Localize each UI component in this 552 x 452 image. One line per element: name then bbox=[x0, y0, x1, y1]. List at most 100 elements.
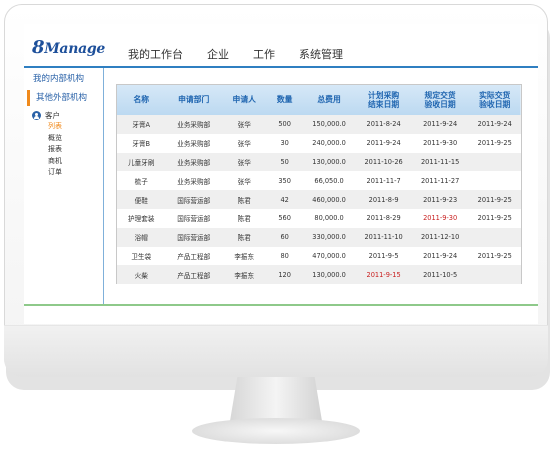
monitor-stand-base bbox=[192, 418, 360, 444]
table-cell: 护理套装 bbox=[128, 215, 155, 224]
table-cell: 李振东 bbox=[234, 271, 255, 280]
sidebar-item-external-org[interactable]: 其他外部机构 bbox=[27, 90, 103, 106]
table-cell bbox=[468, 265, 521, 284]
footer-divider bbox=[24, 304, 538, 306]
monitor-stand-neck bbox=[230, 377, 322, 421]
table-row[interactable]: 牙膏B 业务采购部 张华 30 240,000.0 2011-9-24 2011-9-30 2… bbox=[117, 133, 521, 153]
table-row[interactable]: 卫生袋 产品工程部 李振东 80 470,000.0 2011-9-5 2011-9-24 2… bbox=[117, 246, 521, 266]
table-cell: 业务采购部 bbox=[177, 177, 211, 186]
app-logo[interactable]: 8Manage bbox=[32, 37, 105, 58]
sidebar-subitem[interactable]: 报表 bbox=[24, 144, 103, 156]
table-cell: 2011-9-30 bbox=[423, 139, 458, 148]
table-cell: 2011-11-7 bbox=[366, 176, 401, 185]
table-cell: 2011-9-25 bbox=[477, 214, 512, 223]
table-cell: 60 bbox=[280, 233, 289, 242]
sidebar-subitem[interactable]: 订单 bbox=[24, 167, 103, 179]
table-row[interactable]: 便鞋 国际营运部 陈君 42 460,000.0 2011-8-9 2011-9-23 201… bbox=[117, 190, 521, 209]
table-cell: 2011-9-24 bbox=[366, 139, 401, 148]
table-header-row: 名称 申请部门 申请人 数量 总费用 计划采购 结束日期 规定交货 验收日期 实际交货 验收日… bbox=[117, 85, 521, 115]
table-row[interactable]: 梳子 业务采购部 张华 350 66,050.0 2011-11-7 2011-11-27 bbox=[117, 171, 521, 191]
table-cell: 150,000.0 bbox=[312, 120, 346, 129]
table-cell: 130,000.0 bbox=[312, 270, 346, 279]
column-header[interactable]: 规定交货 验收日期 bbox=[412, 85, 469, 115]
table-cell: 500 bbox=[278, 120, 291, 129]
table-cell: 2011-8-9 bbox=[368, 195, 399, 204]
nav-work[interactable]: 工作 bbox=[253, 46, 275, 62]
nav-system-management[interactable]: 系统管理 bbox=[299, 46, 343, 62]
table-cell: 460,000.0 bbox=[312, 195, 346, 204]
column-header[interactable]: 实际交货 验收日期 bbox=[468, 85, 521, 115]
table-cell: 2011-9-25 bbox=[477, 251, 512, 260]
table-cell: 330,000.0 bbox=[312, 233, 346, 242]
table-cell: 2011-10-26 bbox=[364, 157, 403, 166]
table-cell: 卫生袋 bbox=[131, 252, 152, 261]
table-body: 牙膏A 业务采购部 张华 500 150,000.0 2011-8-24 2011-9-24… bbox=[117, 115, 521, 285]
logo-text: Manage bbox=[44, 41, 105, 57]
table-cell: 50 bbox=[280, 157, 289, 166]
top-navigation: 我的工作台 企业 工作 系统管理 bbox=[128, 46, 367, 62]
table-cell bbox=[468, 228, 521, 247]
sidebar-subitem[interactable]: 商机 bbox=[24, 156, 103, 168]
table-cell: 80 bbox=[280, 251, 289, 260]
table-cell: 130,000.0 bbox=[312, 157, 346, 166]
sidebar-subitem[interactable]: 概览 bbox=[24, 133, 103, 145]
table-cell: 66,050.0 bbox=[314, 176, 344, 185]
table-cell: 350 bbox=[278, 176, 291, 185]
sidebar-item-customer[interactable]: 客户 bbox=[32, 110, 103, 121]
table-cell: 2011-9-25 bbox=[477, 195, 512, 204]
table-row[interactable]: 浴帽 国际营运部 陈君 60 330,000.0 2011-11-10 2011-12-10 bbox=[117, 227, 521, 247]
table-cell: 240,000.0 bbox=[312, 139, 346, 148]
table-cell: 2011-9-24 bbox=[423, 120, 458, 129]
table-cell: 42 bbox=[280, 195, 289, 204]
sidebar-subitem[interactable]: 列表 bbox=[24, 121, 103, 133]
column-header[interactable]: 数量 bbox=[266, 85, 302, 115]
table-cell bbox=[468, 171, 521, 190]
table-cell: 2011-9-24 bbox=[423, 251, 458, 260]
table-cell: 张华 bbox=[237, 140, 251, 149]
table-cell: 2011-9-30 bbox=[423, 214, 458, 223]
table-row[interactable]: 火柴 产品工程部 李振东 120 130,000.0 2011-9-15 2011-10-5 bbox=[117, 265, 521, 285]
column-header[interactable]: 总费用 bbox=[303, 85, 356, 115]
table-row[interactable]: 牙膏A 业务采购部 张华 500 150,000.0 2011-8-24 2011-9-24… bbox=[117, 115, 521, 134]
table-cell: 业务采购部 bbox=[177, 121, 211, 130]
column-header[interactable]: 名称 bbox=[117, 85, 165, 115]
table-cell: 470,000.0 bbox=[312, 251, 346, 260]
nav-my-workbench[interactable]: 我的工作台 bbox=[128, 46, 183, 62]
table-cell: 2011-9-25 bbox=[477, 139, 512, 148]
table-cell: 2011-8-29 bbox=[366, 214, 401, 223]
table-cell: 2011-9-23 bbox=[423, 195, 458, 204]
table-cell: 30 bbox=[280, 139, 289, 148]
column-header[interactable]: 申请人 bbox=[222, 85, 266, 115]
nav-enterprise[interactable]: 企业 bbox=[207, 46, 229, 62]
user-icon bbox=[32, 111, 41, 120]
table-cell: 牙膏B bbox=[132, 140, 151, 149]
table-cell: 牙膏A bbox=[132, 121, 151, 130]
app-screen: 8Manage 我的工作台 企业 工作 系统管理 我的内部机构 其他外部机构 客… bbox=[24, 24, 538, 324]
table-cell: 国际营运部 bbox=[177, 215, 211, 224]
table-cell: 火柴 bbox=[134, 271, 148, 280]
sidebar: 我的内部机构 其他外部机构 客户 列表 概览 报表 商机 订单 bbox=[24, 68, 104, 304]
table-cell: 张华 bbox=[237, 177, 251, 186]
table-cell: 2011-11-27 bbox=[420, 176, 460, 185]
table-cell: 2011-8-24 bbox=[366, 120, 401, 129]
table-cell: 陈君 bbox=[237, 215, 251, 224]
column-header[interactable]: 计划采购 结束日期 bbox=[355, 85, 412, 115]
table-cell: 2011-9-24 bbox=[477, 120, 512, 129]
table-cell: 国际营运部 bbox=[177, 196, 211, 205]
table-cell: 2011-9-5 bbox=[368, 251, 399, 260]
table-cell: 业务采购部 bbox=[177, 140, 211, 149]
table-cell: 业务采购部 bbox=[177, 158, 211, 167]
monitor-chin bbox=[4, 325, 548, 377]
logo-prefix: 8 bbox=[32, 37, 45, 58]
table-cell bbox=[468, 153, 521, 172]
table-cell: 陈君 bbox=[237, 234, 251, 243]
customer-submenu: 列表 概览 报表 商机 订单 bbox=[24, 121, 103, 179]
table-cell: 2011-12-10 bbox=[420, 233, 460, 242]
procurement-table: 名称 申请部门 申请人 数量 总费用 计划采购 结束日期 规定交货 验收日期 实际交货 验收日… bbox=[116, 84, 522, 285]
sidebar-item-internal-org[interactable]: 我的内部机构 bbox=[24, 71, 103, 87]
table-row[interactable]: 儿童牙刷 业务采购部 张华 50 130,000.0 2011-10-26 2011-11-… bbox=[117, 152, 521, 172]
column-header[interactable]: 申请部门 bbox=[165, 85, 222, 115]
table-row[interactable]: 护理套装 国际营运部 陈君 560 80,000.0 2011-8-29 2011-9-30… bbox=[117, 208, 521, 228]
table-cell: 2011-11-15 bbox=[420, 157, 460, 166]
table-cell: 560 bbox=[278, 214, 291, 223]
